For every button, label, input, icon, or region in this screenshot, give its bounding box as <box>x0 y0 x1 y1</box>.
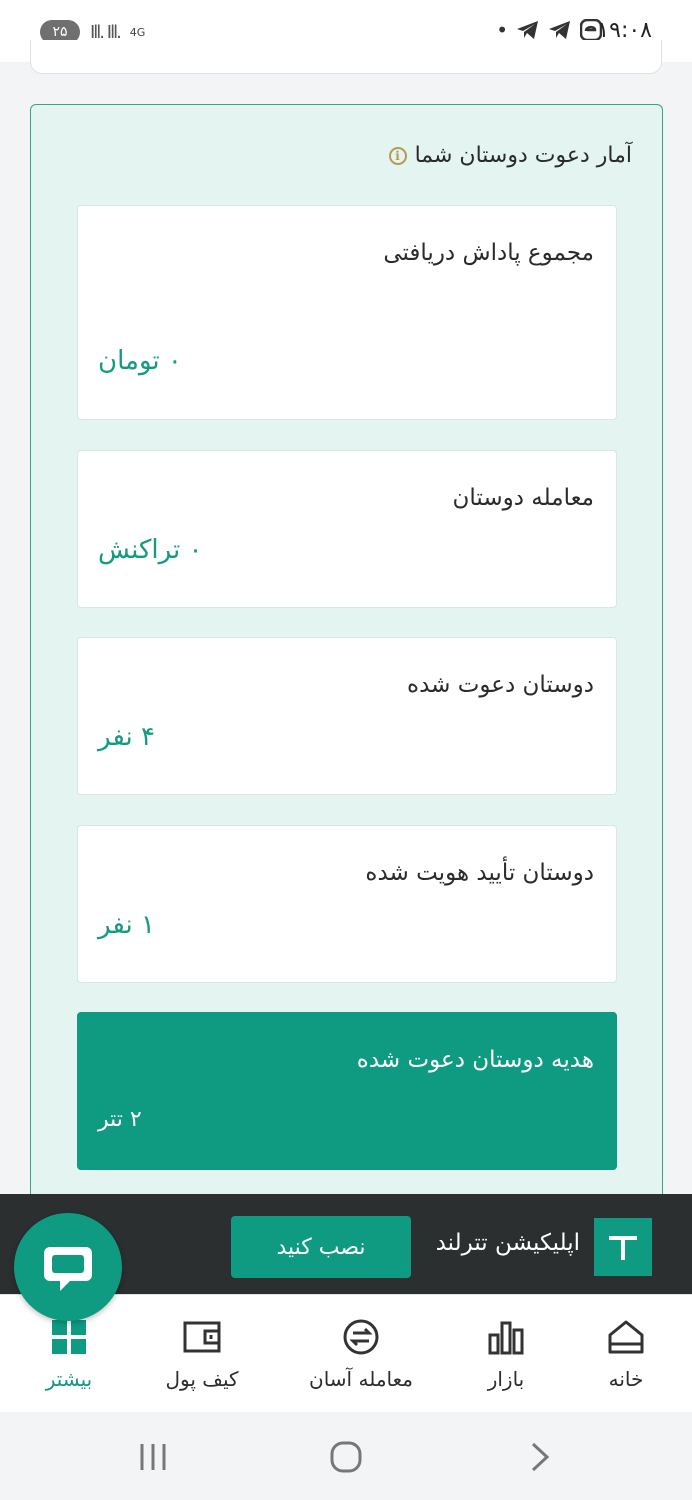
friends-trades-card: معامله دوستان ۰ تراکنش <box>77 450 617 608</box>
support-chat-button[interactable] <box>14 1213 122 1321</box>
stat-value: ۱ نفر <box>98 910 155 940</box>
wallet-icon <box>183 1317 221 1357</box>
screen: ۲۵ Ill. Ill. 4G • ۱۹:۰۸ آمار دعوت دوستان… <box>0 0 692 1500</box>
info-icon[interactable]: i <box>388 146 407 165</box>
invite-gift-card: هدیه دوستان دعوت شده ۲ تتر <box>77 1012 617 1170</box>
nav-item-more[interactable]: بیشتر <box>38 1317 100 1397</box>
telegram-icon <box>549 21 570 39</box>
telegram-icon <box>517 21 538 39</box>
stat-label: مجموع پاداش دریافتی <box>383 240 594 266</box>
stat-value: ۰ تومان <box>98 346 182 376</box>
nav-item-market[interactable]: بازار <box>476 1317 536 1397</box>
nav-label: بازار <box>487 1367 525 1391</box>
dot-icon: • <box>496 18 508 42</box>
stat-value: ۲ تتر <box>98 1107 142 1132</box>
nav-item-home[interactable]: خانه <box>596 1317 656 1397</box>
chat-icon <box>44 1247 92 1291</box>
nav-label: معامله آسان <box>309 1367 413 1391</box>
stat-label: دوستان دعوت شده <box>407 672 594 698</box>
app-name: اپلیکیشن تترلند <box>435 1230 580 1256</box>
nav-item-easy-trade[interactable]: معامله آسان <box>306 1317 416 1397</box>
home-icon <box>607 1317 645 1357</box>
stat-label: دوستان تأیید هویت شده <box>365 860 594 886</box>
nav-label: بیشتر <box>45 1367 93 1391</box>
stat-label: هدیه دوستان دعوت شده <box>356 1047 594 1073</box>
home-button-icon[interactable] <box>330 1440 362 1474</box>
app-logo <box>594 1218 652 1276</box>
previous-card <box>30 40 662 74</box>
install-button[interactable]: نصب کنید <box>231 1216 411 1278</box>
nav-label: خانه <box>608 1367 644 1391</box>
invited-friends-card: دوستان دعوت شده ۴ نفر <box>77 637 617 795</box>
stat-label: معامله دوستان <box>452 485 594 511</box>
bottom-navigation: خانه بازار معامله آسان کیف پول بیشتر <box>0 1294 692 1412</box>
stat-value: ۰ تراکنش <box>98 535 203 565</box>
stats-title: آمار دعوت دوستان شما <box>414 143 632 168</box>
network-type: 4G <box>129 25 146 39</box>
grid-icon <box>52 1317 86 1357</box>
verified-friends-card: دوستان تأیید هویت شده ۱ نفر <box>77 825 617 983</box>
stat-value: ۴ نفر <box>98 722 155 752</box>
nav-item-wallet[interactable]: کیف پول <box>160 1317 244 1397</box>
exchange-icon <box>342 1317 380 1357</box>
back-icon[interactable] <box>528 1440 552 1474</box>
invite-stats-panel: آمار دعوت دوستان شما i مجموع پاداش دریاف… <box>30 104 663 1224</box>
total-reward-card: مجموع پاداش دریافتی ۰ تومان <box>77 205 617 420</box>
stats-header: آمار دعوت دوستان شما i <box>388 143 632 168</box>
market-chart-icon <box>487 1317 525 1357</box>
notification-icons: • <box>496 18 602 42</box>
recent-apps-icon[interactable] <box>138 1440 168 1474</box>
system-navigation-bar <box>0 1412 692 1500</box>
nav-label: کیف پول <box>165 1367 239 1391</box>
